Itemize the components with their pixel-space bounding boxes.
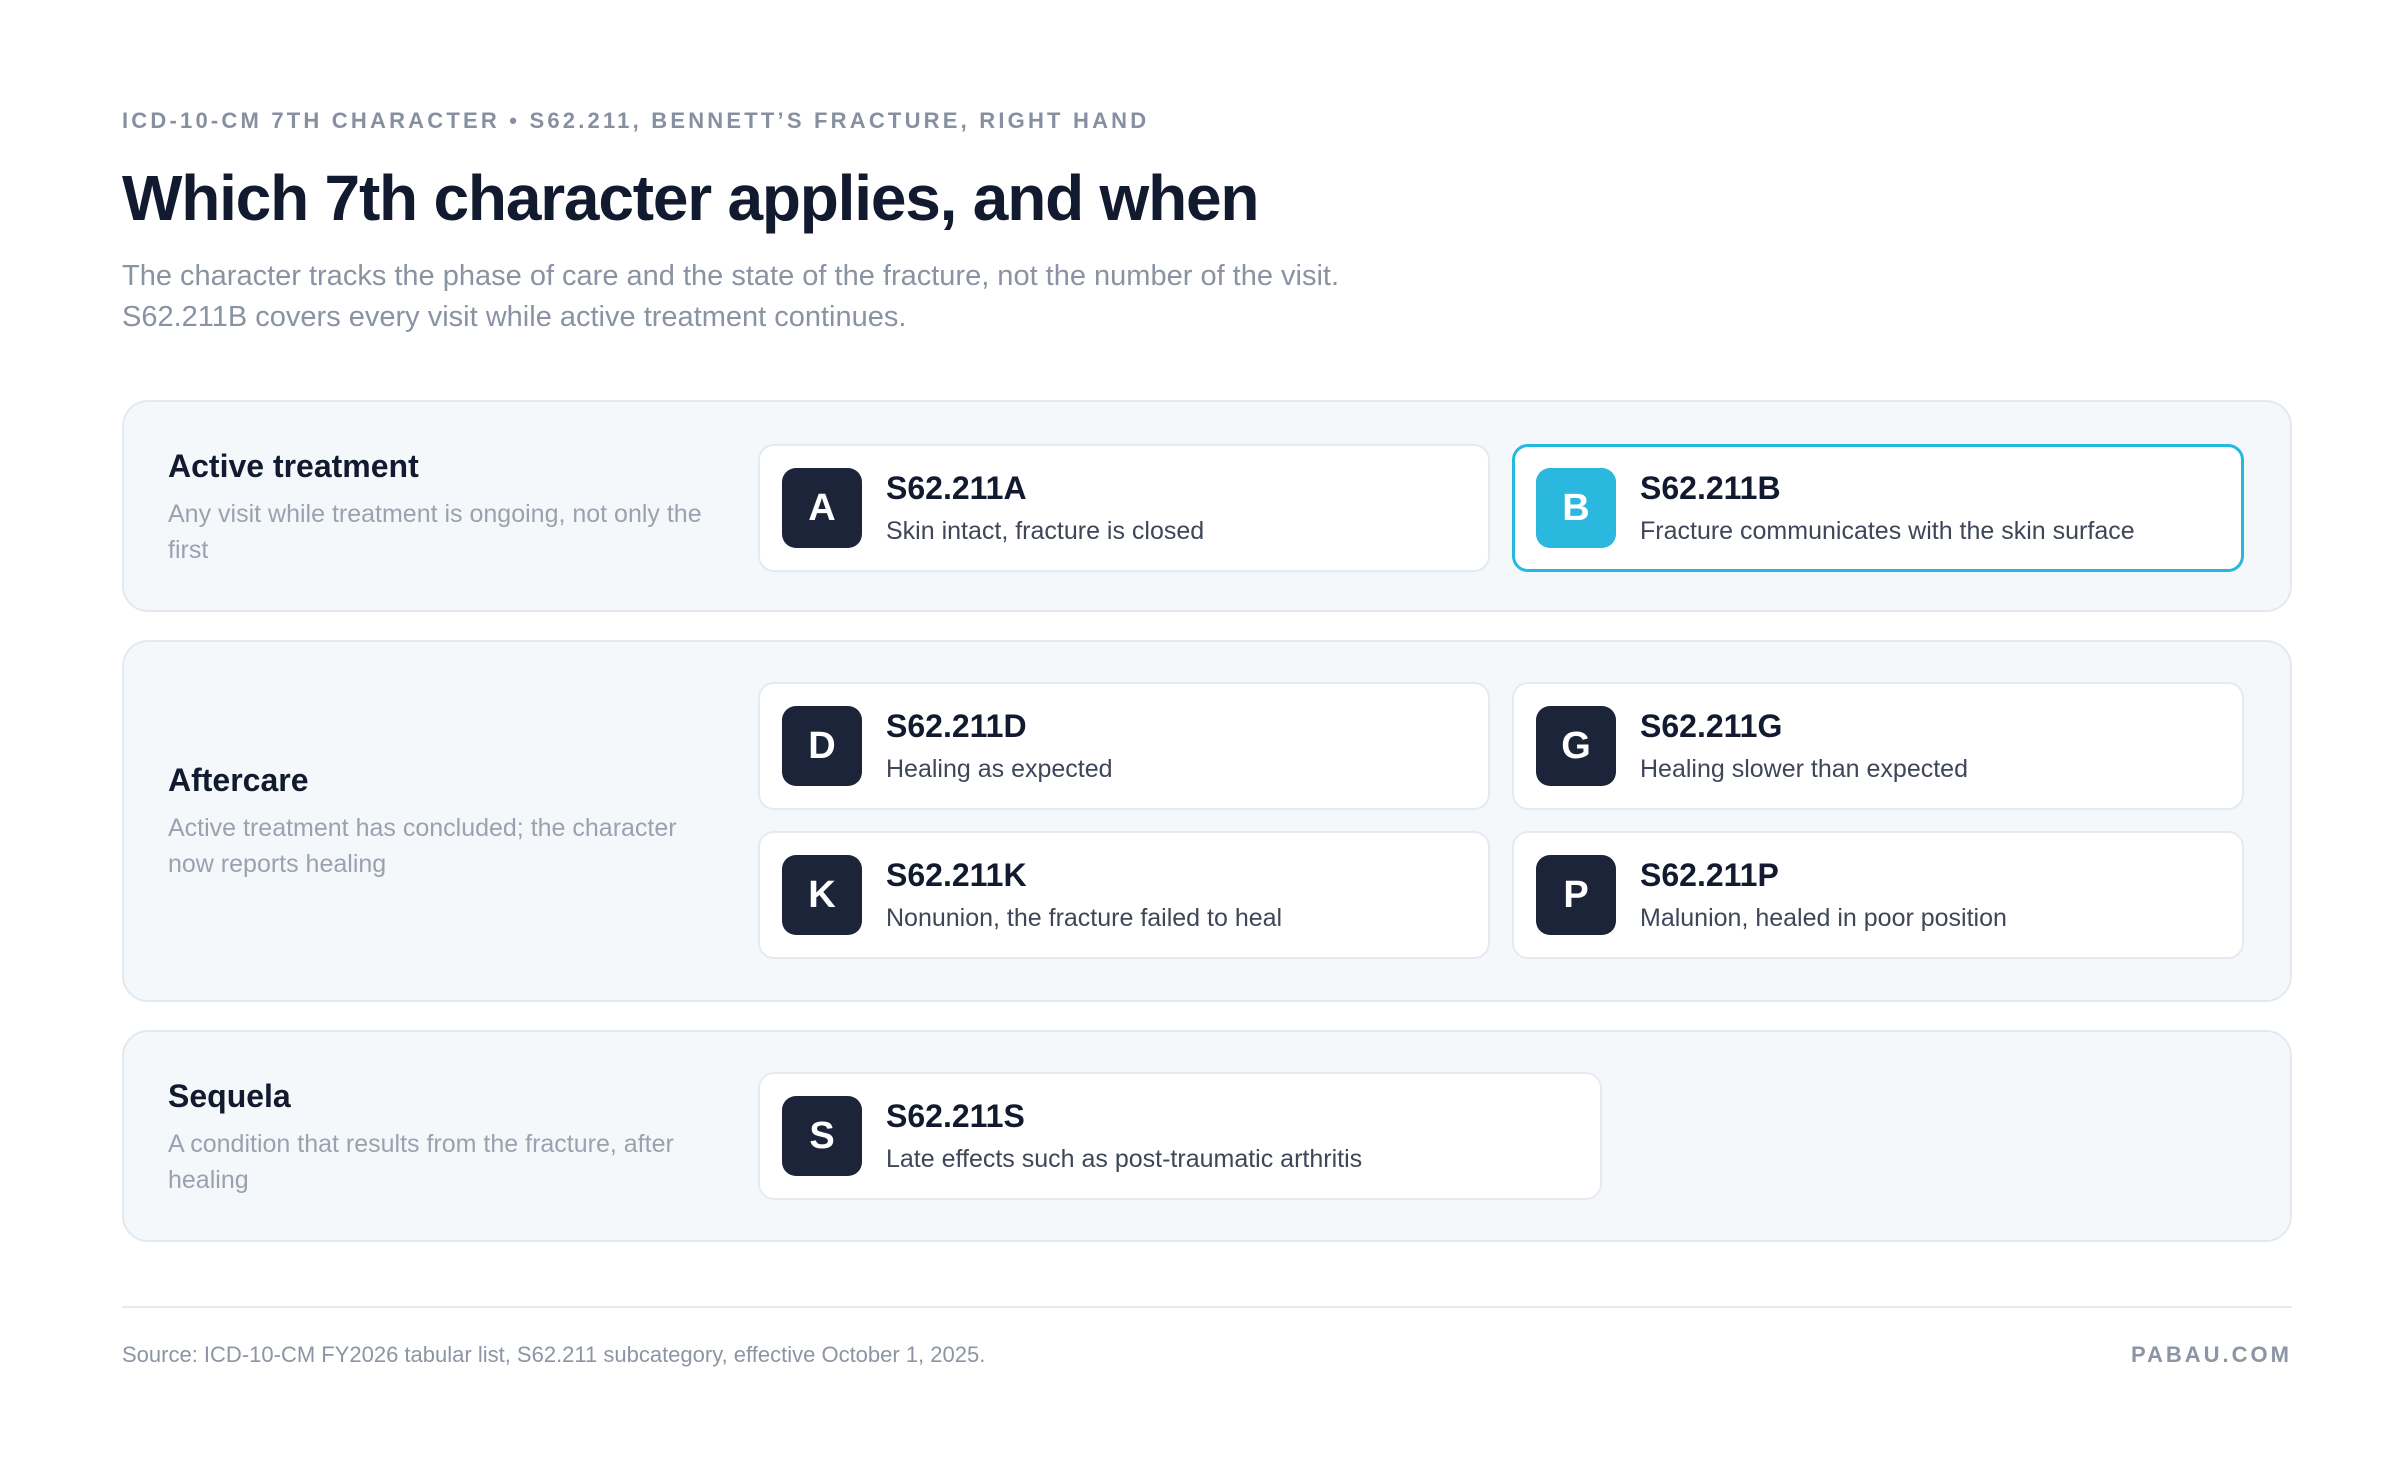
code-card-p[interactable]: P S62.211P Malunion, healed in poor posi… xyxy=(1512,831,2244,959)
page-title: Which 7th character applies, and when xyxy=(122,162,1260,234)
footer-divider xyxy=(122,1306,2292,1308)
group-description: A condition that results from the fractu… xyxy=(168,1130,674,1194)
code-card-a[interactable]: A S62.211A Skin intact, fracture is clos… xyxy=(758,444,1490,572)
group-sequela: Sequela A condition that results from th… xyxy=(122,1030,2292,1242)
group-description: Active treatment has concluded; the char… xyxy=(168,814,677,878)
code-label: S62.211G xyxy=(1640,708,1783,744)
source-note: Source: ICD-10-CM FY2026 tabular list, S… xyxy=(122,1342,986,1367)
code-label: S62.211B xyxy=(1640,470,1781,506)
code-description: Fracture communicates with the skin surf… xyxy=(1640,517,2135,545)
character-badge: P xyxy=(1536,855,1616,935)
group-info: Sequela A condition that results from th… xyxy=(168,1076,708,1198)
infographic-page: ICD-10-CM 7TH CHARACTER • S62.211, BENNE… xyxy=(0,0,2400,1460)
group-title: Sequela xyxy=(168,1078,291,1114)
group-title: Aftercare xyxy=(168,762,309,798)
subtitle-line-1: The character tracks the phase of care a… xyxy=(122,260,1340,292)
code-description: Healing slower than expected xyxy=(1640,755,1968,783)
code-description: Nonunion, the fracture failed to heal xyxy=(886,904,1283,932)
character-badge: A xyxy=(782,468,862,548)
character-badge: G xyxy=(1536,706,1616,786)
character-groups: Active treatment Any visit while treatme… xyxy=(122,400,2292,1270)
group-info: Aftercare Active treatment has concluded… xyxy=(168,760,708,882)
group-aftercare: Aftercare Active treatment has concluded… xyxy=(122,640,2292,1002)
character-badge: S xyxy=(782,1096,862,1176)
character-badge: D xyxy=(782,706,862,786)
code-card-k[interactable]: K S62.211K Nonunion, the fracture failed… xyxy=(758,831,1490,959)
page-subtitle: The character tracks the phase of care a… xyxy=(122,256,1542,338)
code-description: Skin intact, fracture is closed xyxy=(886,517,1205,545)
code-label: S62.211D xyxy=(886,708,1027,744)
character-badge: B xyxy=(1536,468,1616,548)
code-card-g[interactable]: G S62.211G Healing slower than expected xyxy=(1512,682,2244,810)
eyebrow-label: ICD-10-CM 7TH CHARACTER • S62.211, BENNE… xyxy=(122,108,1150,133)
group-description: Any visit while treatment is ongoing, no… xyxy=(168,500,702,564)
code-description: Healing as expected xyxy=(886,755,1113,783)
group-info: Active treatment Any visit while treatme… xyxy=(168,446,708,568)
code-card-d[interactable]: D S62.211D Healing as expected xyxy=(758,682,1490,810)
brand-link[interactable]: PABAU.COM xyxy=(2131,1340,2292,1370)
group-active-treatment: Active treatment Any visit while treatme… xyxy=(122,400,2292,612)
subtitle-line-2: S62.211B covers every visit while active… xyxy=(122,301,907,333)
code-card-b-selected[interactable]: B S62.211B Fracture communicates with th… xyxy=(1512,444,2244,572)
code-description: Malunion, healed in poor position xyxy=(1640,904,2007,932)
code-label: S62.211P xyxy=(1640,857,1779,893)
code-label: S62.211S xyxy=(886,1098,1025,1134)
character-badge: K xyxy=(782,855,862,935)
code-label: S62.211K xyxy=(886,857,1027,893)
code-label: S62.211A xyxy=(886,470,1027,506)
group-title: Active treatment xyxy=(168,448,419,484)
code-description: Late effects such as post-traumatic arth… xyxy=(886,1145,1363,1173)
code-card-s[interactable]: S S62.211S Late effects such as post-tra… xyxy=(758,1072,1602,1200)
